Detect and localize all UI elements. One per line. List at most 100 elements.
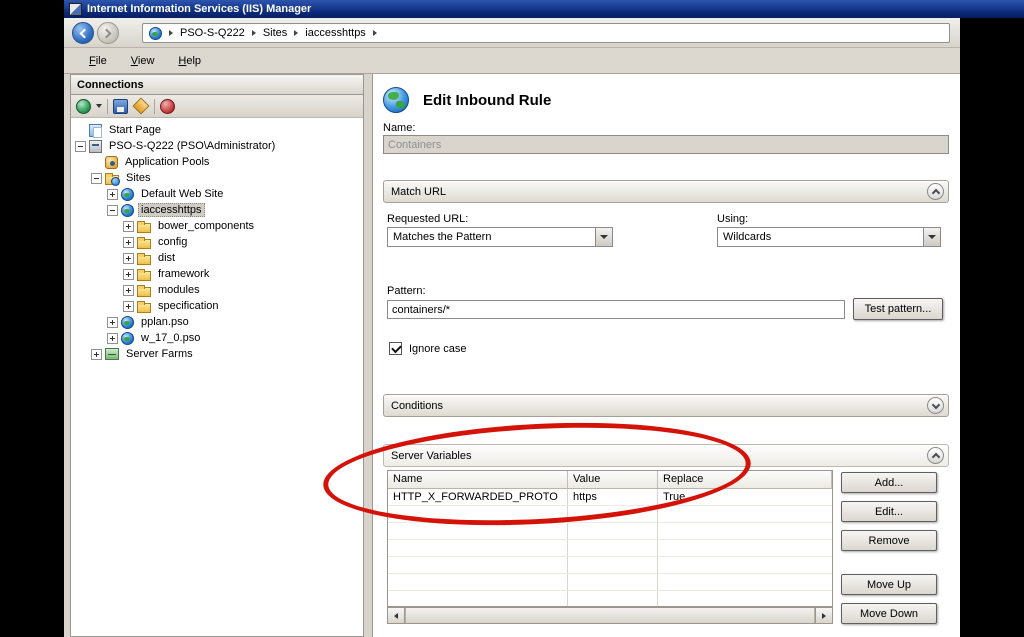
pattern-label: Pattern:: [387, 285, 426, 297]
match-url-section-header[interactable]: Match URL: [383, 180, 949, 203]
site-globe-icon: [149, 27, 162, 40]
table-empty-row: [388, 523, 832, 540]
tree-item-w-17-0-pso[interactable]: w_17_0.pso: [71, 330, 363, 346]
match-url-section-title: Match URL: [391, 186, 446, 198]
move-up-button[interactable]: Move Up: [841, 574, 937, 595]
create-connection-icon[interactable]: [76, 99, 91, 114]
sites-folder-icon: [105, 175, 119, 185]
expand-icon[interactable]: [123, 285, 134, 296]
dropdown-arrow-icon[interactable]: [595, 228, 612, 246]
expand-icon[interactable]: [91, 349, 102, 360]
table-empty-row: [388, 591, 832, 607]
server-variables-table: Name Value Replace HTTP_X_FORWARDED_PROT…: [387, 470, 833, 607]
rename-connection-icon[interactable]: [133, 98, 150, 115]
breadcrumb-item-site[interactable]: iaccesshttps: [305, 27, 366, 39]
test-pattern-button[interactable]: Test pattern...: [853, 298, 943, 320]
move-down-button[interactable]: Move Down: [841, 603, 937, 624]
breadcrumb-chevron-icon[interactable]: [294, 30, 298, 36]
pattern-input[interactable]: [387, 300, 845, 319]
collapse-icon[interactable]: [107, 205, 118, 216]
tree-item-label: bower_components: [155, 219, 257, 233]
scroll-right-icon[interactable]: [815, 608, 832, 623]
expand-icon[interactable]: [123, 221, 134, 232]
table-horizontal-scrollbar[interactable]: [387, 607, 833, 624]
table-header-row: Name Value Replace: [388, 471, 832, 489]
tree-item-modules[interactable]: modules: [71, 282, 363, 298]
back-arrow-icon: [80, 28, 90, 38]
delete-connection-icon[interactable]: [160, 99, 175, 114]
cell-replace: True: [658, 489, 832, 505]
save-connections-icon[interactable]: [113, 99, 128, 114]
breadcrumb-item-sites[interactable]: Sites: [263, 27, 287, 39]
navigation-bar: PSO-S-Q222 Sites iaccesshttps: [64, 18, 960, 48]
menu-view[interactable]: View: [120, 52, 166, 70]
tree-item-label: Start Page: [106, 123, 164, 137]
rule-name-label: Name:: [383, 122, 415, 134]
ignore-case-label: Ignore case: [409, 343, 466, 355]
main-panel: Edit Inbound Rule Name: Match URL Reques…: [372, 74, 960, 637]
remove-button[interactable]: Remove: [841, 530, 937, 551]
collapse-section-button[interactable]: [927, 447, 944, 464]
tree-item-server-farms[interactable]: Server Farms: [71, 346, 363, 362]
collapse-icon[interactable]: [75, 141, 86, 152]
tree-item-pplan-pso[interactable]: pplan.pso: [71, 314, 363, 330]
expand-icon[interactable]: [107, 317, 118, 328]
tree-item-start-page[interactable]: Start Page: [71, 122, 363, 138]
table-empty-row: [388, 574, 832, 591]
back-button[interactable]: [72, 22, 94, 44]
site-globe-icon: [121, 316, 134, 329]
tree-item-default-web-site[interactable]: Default Web Site: [71, 186, 363, 202]
ignore-case-checkbox[interactable]: [389, 342, 402, 355]
tree-item-bower-components[interactable]: bower_components: [71, 218, 363, 234]
menu-help[interactable]: Help: [167, 52, 212, 70]
table-row[interactable]: HTTP_X_FORWARDED_PROTO https True: [388, 489, 832, 506]
collapse-icon[interactable]: [91, 173, 102, 184]
server-farms-icon: [105, 348, 119, 360]
scroll-left-icon[interactable]: [388, 608, 405, 623]
expand-icon[interactable]: [123, 301, 134, 312]
tree-item-dist[interactable]: dist: [71, 250, 363, 266]
collapse-section-button[interactable]: [927, 183, 944, 200]
requested-url-select[interactable]: Matches the Pattern: [387, 227, 613, 247]
breadcrumb-item-server[interactable]: PSO-S-Q222: [180, 27, 245, 39]
using-value: Wildcards: [718, 231, 923, 243]
using-select[interactable]: Wildcards: [717, 227, 941, 247]
breadcrumb-chevron-icon[interactable]: [169, 30, 173, 36]
toolbar-separator: [107, 99, 108, 114]
expand-section-button[interactable]: [927, 397, 944, 414]
tree-item-label: modules: [155, 283, 203, 297]
breadcrumb-chevron-icon[interactable]: [373, 30, 377, 36]
tree-item-application-pools[interactable]: Application Pools: [71, 154, 363, 170]
breadcrumb-chevron-icon[interactable]: [252, 30, 256, 36]
page-globe-icon: [383, 87, 409, 113]
folder-icon: [137, 271, 151, 281]
expand-icon[interactable]: [123, 237, 134, 248]
tree-item-sites[interactable]: Sites: [71, 170, 363, 186]
column-header-value[interactable]: Value: [568, 471, 658, 488]
forward-button[interactable]: [97, 22, 119, 44]
tree-item-server[interactable]: PSO-S-Q222 (PSO\Administrator): [71, 138, 363, 154]
edit-button[interactable]: Edit...: [841, 501, 937, 522]
dropdown-arrow-icon[interactable]: [923, 228, 940, 246]
tree-item-specification[interactable]: specification: [71, 298, 363, 314]
menu-file[interactable]: File: [78, 52, 118, 70]
tree-item-framework[interactable]: framework: [71, 266, 363, 282]
expand-icon[interactable]: [107, 333, 118, 344]
expand-icon[interactable]: [107, 189, 118, 200]
column-header-name[interactable]: Name: [388, 471, 568, 488]
conditions-section-header[interactable]: Conditions: [383, 394, 949, 417]
column-header-replace[interactable]: Replace: [658, 471, 832, 488]
tree-item-label: specification: [155, 299, 222, 313]
scrollbar-thumb[interactable]: [405, 608, 815, 623]
tree-item-label: Application Pools: [122, 155, 212, 169]
page-title: Edit Inbound Rule: [423, 92, 551, 109]
expand-icon[interactable]: [123, 253, 134, 264]
tree-item-config[interactable]: config: [71, 234, 363, 250]
expand-icon[interactable]: [123, 269, 134, 280]
start-page-icon: [89, 124, 102, 137]
server-variables-section-header[interactable]: Server Variables: [383, 444, 949, 467]
create-connection-dropdown-icon[interactable]: [96, 104, 102, 108]
cell-value: https: [568, 489, 658, 505]
tree-item-iaccesshttps[interactable]: iaccesshttps: [71, 202, 363, 218]
add-button[interactable]: Add...: [841, 472, 937, 493]
